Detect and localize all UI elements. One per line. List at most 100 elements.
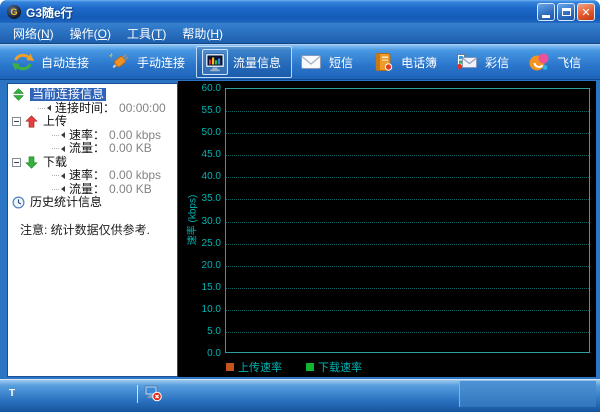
tree-item-label: 历史统计信息 (30, 195, 103, 210)
app-logo-icon: G (7, 5, 21, 19)
legend-label: 上传速率 (238, 362, 282, 374)
menu-item-n[interactable]: 网络(N) (5, 24, 62, 43)
manual-connect-icon (106, 49, 132, 75)
chart-plot-area (225, 88, 590, 353)
tree-bullet-icon (61, 186, 65, 193)
sms-icon (298, 49, 324, 75)
y-tick-label: 15.0 (201, 281, 221, 293)
tree-row[interactable]: 速率： 0.00 kbps (8, 169, 177, 183)
tree-row[interactable]: 流量： 0.00 KB (8, 182, 177, 197)
tree-twig (52, 188, 59, 190)
auto-connect-icon (10, 49, 36, 75)
tree-item-value: 0.00 kbps (109, 168, 162, 183)
menubar: 网络(N) 操作(O) 工具(T) 帮助(H) (0, 24, 600, 44)
download-arrow-icon (25, 156, 38, 169)
chart-gridline (226, 243, 589, 245)
tree-expander-icon[interactable] (12, 117, 21, 127)
statusbar-divider (137, 385, 138, 403)
y-tick-label: 45.0 (201, 149, 221, 161)
menu-item-o[interactable]: 操作(O) (62, 24, 119, 43)
tree-bullet-icon (61, 172, 65, 179)
menu-item-h[interactable]: 帮助(H) (174, 24, 231, 43)
toolbar-button-manual-connect[interactable]: 手动连接 (100, 46, 196, 78)
close-button[interactable]: ✕ (577, 3, 595, 21)
chart-gridline (226, 133, 589, 135)
tree-row[interactable]: 连接时间： 00:00:00 (8, 100, 177, 116)
toolbar-button-sms[interactable]: 短信 (292, 46, 364, 78)
chart-gridline (226, 309, 589, 311)
tree-item-label: 速率： (69, 127, 106, 142)
y-tick-label: 20.0 (201, 259, 221, 271)
tree-item-value: 00:00:00 (119, 100, 166, 115)
y-tick-label: 0.0 (207, 348, 221, 359)
legend-swatch (306, 363, 314, 371)
window-controls: ✕ (537, 3, 595, 21)
connection-info-panel: 当前连接信息 连接时间： 00:00:00 上传 速率： 0.00 kbps 流量： 0.00… (7, 83, 178, 377)
tree-row[interactable]: 流量： 0.00 KB (8, 142, 177, 156)
maximize-button[interactable] (557, 3, 575, 21)
minimize-button[interactable] (537, 3, 555, 21)
tree-bullet-icon (61, 145, 65, 152)
tree-row[interactable]: 当前连接信息 (8, 88, 177, 102)
toolbar: 自动连接 手动连接 流量信息 短信 电话簿 彩信 飞信 (0, 44, 600, 80)
chart-legend: 上传速率 下载速率 (226, 359, 362, 375)
titlebar: G G3随e行 ✕ (0, 0, 600, 24)
tree-expander-icon[interactable] (12, 157, 21, 167)
tree-item-label: 当前连接信息 (30, 87, 107, 102)
legend-item: 上传速率 (226, 359, 282, 375)
tree-item-value: 0.00 KB (109, 141, 152, 156)
tree-item-label: 上传 (43, 114, 68, 129)
window-title: G3随e行 (26, 5, 73, 20)
updown-arrows-icon (12, 88, 25, 102)
toolbar-button-label: 彩信 (485, 55, 510, 70)
traffic-info-icon (202, 49, 229, 75)
tree-row[interactable]: 上传 (8, 115, 177, 129)
clock-icon (12, 196, 25, 209)
y-tick-label: 50.0 (201, 127, 221, 139)
maximize-icon (561, 8, 571, 16)
toolbar-button-traffic-info[interactable]: 流量信息 (196, 46, 293, 78)
tree-row[interactable]: 速率： 0.00 kbps (8, 127, 177, 143)
y-tick-label: 35.0 (201, 193, 221, 205)
tree-item-label: 流量： (69, 141, 106, 156)
tree-row[interactable]: 历史统计信息 (8, 196, 177, 210)
y-tick-label: 10.0 (201, 303, 221, 315)
speed-chart: 速率 (kbps) 上传速率 下载速率 0.0 5.0 10.0 15.0 20.0 25.… (178, 81, 596, 377)
fetion-icon (526, 49, 552, 75)
chart-gridline (226, 177, 589, 179)
legend-label: 下载速率 (318, 362, 362, 374)
chart-gridline (226, 331, 589, 333)
tree-twig (52, 134, 59, 136)
toolbar-button-label: 流量信息 (233, 55, 282, 70)
network-disconnected-icon (144, 385, 162, 402)
tree-bullet-icon (47, 105, 51, 112)
toolbar-button-auto-connect[interactable]: 自动连接 (4, 46, 100, 78)
y-tick-label: 55.0 (201, 105, 221, 117)
legend-swatch (226, 363, 234, 371)
toolbar-button-mms[interactable]: 彩信 (448, 46, 520, 78)
upload-arrow-icon (25, 115, 38, 128)
minimize-icon (542, 15, 550, 18)
connection-tree: 当前连接信息 连接时间： 00:00:00 上传 速率： 0.00 kbps 流量： 0.00… (8, 84, 177, 210)
tree-item-value: 0.00 kbps (109, 127, 162, 142)
tree-twig (52, 175, 59, 177)
chart-gridline (226, 199, 589, 201)
toolbar-button-label: 自动连接 (41, 55, 90, 70)
tree-twig (52, 148, 59, 150)
statistics-note: 注意: 统计数据仅供参考. (20, 222, 151, 237)
chart-gridline (226, 287, 589, 289)
menu-item-t[interactable]: 工具(T) (119, 24, 174, 43)
tree-row[interactable]: 下载 (8, 154, 177, 170)
content-area: 当前连接信息 连接时间： 00:00:00 上传 速率： 0.00 kbps 流量： 0.00… (4, 81, 596, 379)
y-tick-label: 25.0 (201, 237, 221, 249)
toolbar-button-label: 短信 (329, 55, 354, 70)
mms-icon (454, 49, 480, 75)
tree-item-label: 下载 (43, 154, 68, 169)
chart-gridline (226, 155, 589, 157)
chart-gridline (226, 265, 589, 267)
app-window: G G3随e行 ✕ 网络(N) 操作(O) 工具(T) 帮助(H) 自动连接 手动连接流… (0, 0, 600, 412)
toolbar-button-phonebook[interactable]: 电话簿 (364, 46, 448, 78)
signal-indicator: T (9, 388, 16, 399)
toolbar-button-fetion[interactable]: 飞信 (520, 46, 592, 78)
legend-item: 下载速率 (306, 359, 362, 375)
